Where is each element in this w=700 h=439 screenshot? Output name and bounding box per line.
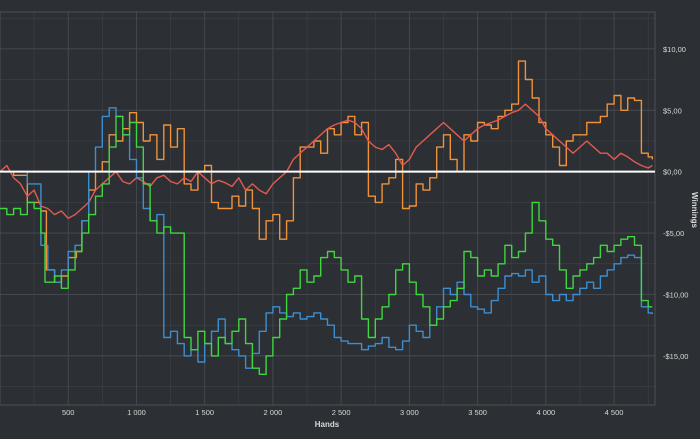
y-axis-title: Winnings: [690, 192, 699, 228]
x-tick-label: 2 000: [264, 408, 283, 417]
winnings-chart: 500 1 000 1 500 2 000 2 500 3 000 3 500 4 000 4 …: [0, 0, 700, 434]
y-tick-label: $10,00: [663, 45, 686, 54]
x-tick-label: 1 000: [127, 408, 146, 417]
x-tick-label: 1 500: [195, 408, 214, 417]
x-tick-label: 500: [62, 408, 75, 417]
x-tick-label: 3 000: [400, 408, 419, 417]
y-tick-label: -$10,00: [663, 290, 688, 299]
y-tick-label: -$5,00: [663, 229, 684, 238]
x-tick-label: 3 500: [468, 408, 487, 417]
y-tick-label: $5,00: [663, 106, 682, 115]
plot-area: [0, 12, 655, 405]
chart-svg: 500 1 000 1 500 2 000 2 500 3 000 3 500 4 000 4 …: [0, 11, 699, 429]
x-tick-label: 4 000: [536, 408, 555, 417]
x-tick-label: 4 500: [605, 408, 624, 417]
x-tick-label: 2 500: [332, 408, 351, 417]
y-tick-label: $0,00: [663, 168, 682, 177]
grid-layer: [0, 11, 656, 406]
x-axis-title: Hands: [315, 420, 340, 429]
y-tick-label: -$15,00: [663, 352, 688, 361]
